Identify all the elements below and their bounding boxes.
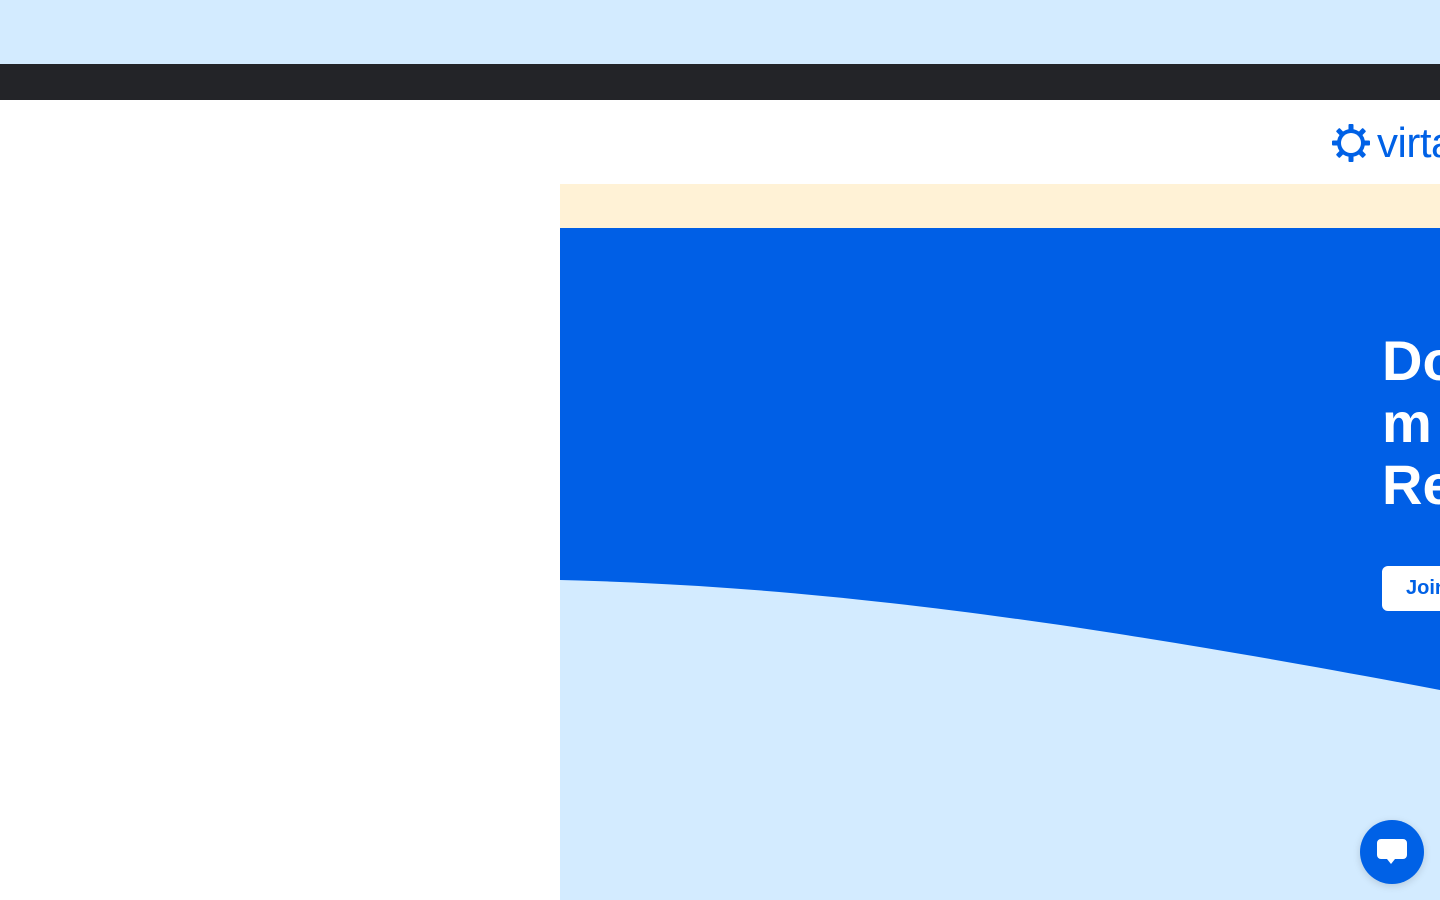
join-button[interactable]: Join (1382, 566, 1440, 611)
utility-bar (0, 64, 1440, 100)
sun-gear-icon (1332, 124, 1370, 162)
brand-logo-link[interactable]: virta (1331, 121, 1440, 165)
chat-launcher-button[interactable] (1360, 820, 1424, 884)
top-banner (0, 0, 1440, 64)
hero-title-line-3: Re (1382, 453, 1440, 516)
page: virta Do m Re Join (0, 0, 1440, 900)
chat-bubble-icon (1377, 839, 1407, 864)
notice-banner (560, 184, 1440, 228)
hero-title-line-2: m (1382, 391, 1432, 454)
hero-wave-shape (560, 580, 1440, 900)
left-column (0, 184, 560, 900)
brand-name: virta (1377, 119, 1440, 166)
hero-title: Do m Re (1382, 330, 1440, 516)
hero-title-line-1: Do (1382, 329, 1440, 392)
hero-section: Do m Re Join (560, 228, 1440, 900)
site-header (0, 100, 1440, 184)
